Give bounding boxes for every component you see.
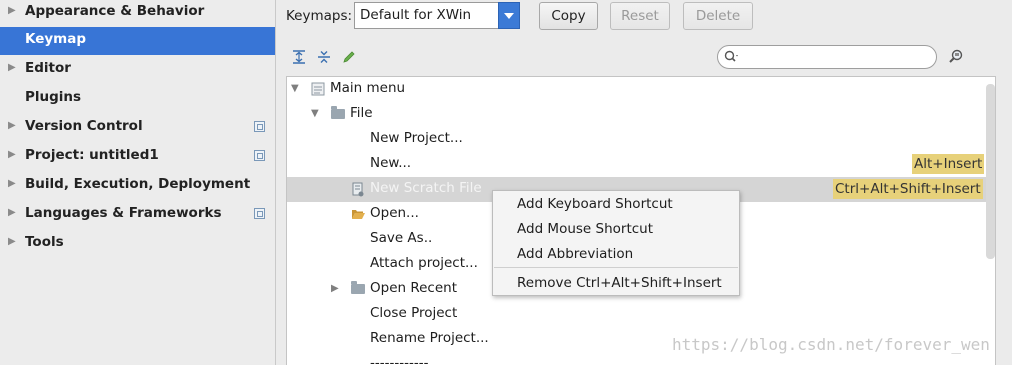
edit-shortcut-icon[interactable] bbox=[342, 50, 356, 64]
menu-item-add-keyboard-shortcut[interactable]: Add Keyboard Shortcut bbox=[517, 196, 673, 212]
tree-row-label: ------------ bbox=[370, 355, 429, 365]
tree-row[interactable]: New Project... bbox=[287, 127, 987, 152]
expand-arrow-icon[interactable]: ▶ bbox=[8, 56, 18, 80]
sidebar-item-label: Keymap bbox=[25, 31, 87, 47]
tree-row-label: Main menu bbox=[330, 80, 406, 96]
expand-arrow-icon[interactable]: ▶ bbox=[8, 230, 18, 254]
find-shortcut-icon[interactable] bbox=[948, 49, 964, 65]
tree-scrollbar[interactable] bbox=[986, 84, 995, 259]
tree-row-label: Attach project... bbox=[370, 255, 478, 271]
project-level-icon bbox=[254, 121, 265, 132]
sidebar-item-label: Appearance & Behavior bbox=[25, 3, 205, 19]
expanded-arrow-icon[interactable]: ▼ bbox=[291, 83, 301, 94]
shortcut-badge: Ctrl+Alt+Shift+Insert bbox=[833, 179, 983, 199]
scratch-file-icon bbox=[352, 182, 364, 197]
expand-arrow-icon[interactable]: ▶ bbox=[8, 172, 18, 196]
keymap-selected-value: Default for XWin bbox=[360, 7, 472, 23]
tree-row-label: Close Project bbox=[370, 305, 458, 321]
sidebar-item-appearance[interactable]: ▶ Appearance & Behavior bbox=[0, 0, 275, 27]
search-icon[interactable] bbox=[724, 50, 740, 64]
tree-row-label: New Project... bbox=[370, 130, 463, 146]
sidebar-item-label: Languages & Frameworks bbox=[25, 205, 222, 221]
tree-row[interactable]: Close Project bbox=[287, 302, 987, 327]
delete-button[interactable]: Delete bbox=[683, 2, 753, 30]
expand-arrow-icon[interactable]: ▶ bbox=[8, 0, 18, 23]
collapsed-arrow-icon[interactable]: ▶ bbox=[331, 283, 341, 294]
sidebar-item-plugins[interactable]: Plugins bbox=[0, 85, 275, 113]
expand-all-icon[interactable] bbox=[292, 50, 306, 64]
menu-separator bbox=[494, 267, 738, 268]
sidebar-item-label: Project: untitled1 bbox=[25, 147, 159, 163]
chevron-down-icon[interactable] bbox=[498, 2, 520, 29]
expand-arrow-icon[interactable]: ▶ bbox=[8, 143, 18, 167]
open-folder-icon bbox=[352, 210, 365, 219]
folder-icon bbox=[351, 281, 365, 294]
sidebar-item-label: Plugins bbox=[25, 89, 82, 105]
tree-row[interactable]: ▼ Main menu bbox=[287, 77, 987, 102]
sidebar-item-version-control[interactable]: ▶ Version Control bbox=[0, 114, 275, 142]
reset-button[interactable]: Reset bbox=[610, 2, 670, 30]
expanded-arrow-icon[interactable]: ▼ bbox=[311, 108, 321, 119]
menu-item-remove-shortcut[interactable]: Remove Ctrl+Alt+Shift+Insert bbox=[517, 275, 722, 291]
tree-row-label: New Scratch File bbox=[370, 180, 482, 196]
keymaps-label: Keymaps: bbox=[286, 8, 353, 24]
expand-arrow-icon[interactable]: ▶ bbox=[8, 114, 18, 138]
shortcut-badge: Alt+Insert bbox=[912, 154, 985, 174]
tree-row-label: New... bbox=[370, 155, 412, 171]
sidebar-item-label: Editor bbox=[25, 60, 71, 76]
tree-row-label: Save As.. bbox=[370, 230, 433, 246]
search-input[interactable] bbox=[717, 45, 937, 69]
tree-row-label: Open... bbox=[370, 205, 419, 221]
sidebar-item-keymap[interactable]: Keymap bbox=[0, 27, 275, 55]
sidebar-item-label: Build, Execution, Deployment bbox=[25, 176, 251, 192]
menu-group-icon bbox=[311, 82, 325, 96]
menu-item-add-mouse-shortcut[interactable]: Add Mouse Shortcut bbox=[517, 221, 653, 237]
expand-arrow-icon[interactable]: ▶ bbox=[8, 201, 18, 225]
keymap-select[interactable]: Default for XWin bbox=[354, 2, 520, 29]
collapse-all-icon[interactable] bbox=[317, 50, 331, 64]
project-level-icon bbox=[254, 150, 265, 161]
settings-sidebar: ▶ Appearance & Behavior Keymap ▶ Editor … bbox=[0, 0, 276, 365]
tree-row[interactable]: New... Alt+Insert bbox=[287, 152, 987, 177]
folder-icon bbox=[331, 106, 345, 119]
tree-row-label: Rename Project... bbox=[370, 330, 489, 346]
copy-button[interactable]: Copy bbox=[539, 2, 598, 30]
sidebar-item-editor[interactable]: ▶ Editor bbox=[0, 56, 275, 84]
tree-row-label: Open Recent bbox=[370, 280, 458, 296]
tree-row[interactable]: ▼ File bbox=[287, 102, 987, 127]
menu-item-add-abbreviation[interactable]: Add Abbreviation bbox=[517, 246, 633, 262]
sidebar-item-languages[interactable]: ▶ Languages & Frameworks bbox=[0, 201, 275, 229]
sidebar-item-tools[interactable]: ▶ Tools bbox=[0, 230, 275, 258]
sidebar-item-project[interactable]: ▶ Project: untitled1 bbox=[0, 143, 275, 171]
sidebar-item-build[interactable]: ▶ Build, Execution, Deployment bbox=[0, 172, 275, 200]
watermark: https://blog.csdn.net/forever_wen bbox=[672, 335, 990, 354]
sidebar-item-label: Tools bbox=[25, 234, 64, 250]
tree-row-label: File bbox=[350, 105, 373, 121]
sidebar-item-label: Version Control bbox=[25, 118, 143, 134]
project-level-icon bbox=[254, 208, 265, 219]
context-menu: Add Keyboard Shortcut Add Mouse Shortcut… bbox=[492, 190, 740, 296]
